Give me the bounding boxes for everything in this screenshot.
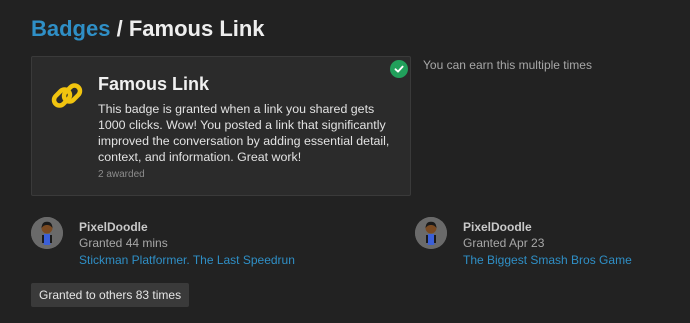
multiple-earn-note: You can earn this multiple times xyxy=(423,58,592,72)
grant-topic-link[interactable]: The Biggest Smash Bros Game xyxy=(463,253,632,267)
grant-topic-link[interactable]: Stickman Platformer. The Last Speedrun xyxy=(79,253,295,267)
user-avatar-icon xyxy=(31,217,63,249)
breadcrumb-separator: / xyxy=(116,16,123,41)
grant-card: PixelDoodle Granted 44 mins Stickman Pla… xyxy=(31,217,401,267)
grant-time: Granted Apr 23 xyxy=(463,236,545,250)
granted-to-others-button[interactable]: Granted to others 83 times xyxy=(31,283,190,307)
badge-description: This badge is granted when a link you sh… xyxy=(98,102,390,164)
badge-name: Famous Link xyxy=(98,74,210,94)
badge-page: Badges / Famous Link Famous Link This ba… xyxy=(0,0,690,323)
badge-card: Famous Link This badge is granted when a… xyxy=(31,56,411,196)
avatar[interactable] xyxy=(31,217,63,249)
awarded-count: 2 awarded xyxy=(98,169,145,180)
grant-username[interactable]: PixelDoodle xyxy=(463,220,532,234)
checkmark-icon xyxy=(394,65,404,73)
grant-username[interactable]: PixelDoodle xyxy=(79,220,148,234)
breadcrumb-badges-link[interactable]: Badges xyxy=(31,16,110,41)
check-circle-icon xyxy=(390,60,408,78)
page-title: Badges / Famous Link xyxy=(31,16,265,42)
avatar[interactable] xyxy=(415,217,447,249)
breadcrumb-current: Famous Link xyxy=(128,16,265,41)
grant-time: Granted 44 mins xyxy=(79,236,168,250)
grant-card: PixelDoodle Granted Apr 23 The Biggest S… xyxy=(415,217,675,267)
user-avatar-icon xyxy=(415,217,447,249)
link-icon xyxy=(51,83,83,108)
